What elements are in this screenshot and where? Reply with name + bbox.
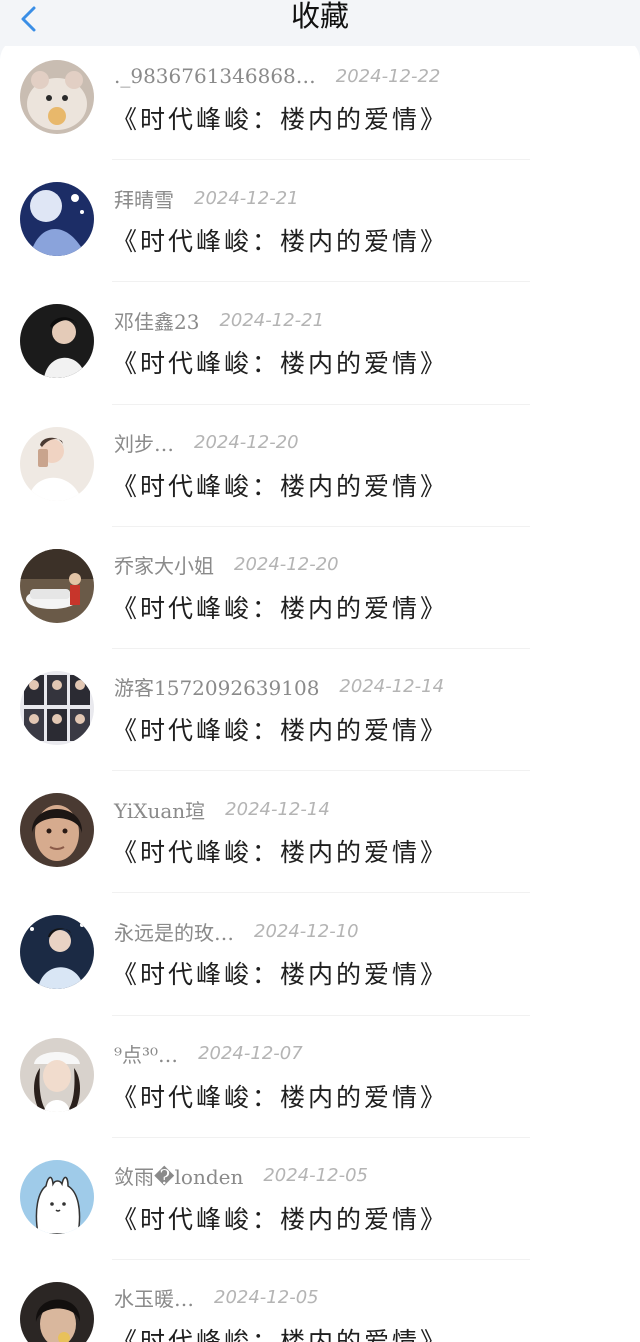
list-item[interactable]: 敛雨�londen 2024-12-05 《时代峰峻：楼内的爱情》 bbox=[0, 1138, 640, 1260]
work-title[interactable]: 《时代峰峻：楼内的爱情》 bbox=[112, 589, 448, 625]
avatar[interactable] bbox=[20, 548, 94, 623]
work-title[interactable]: 《时代峰峻：楼内的爱情》 bbox=[112, 711, 448, 747]
work-title[interactable]: 《时代峰峻：楼内的爱情》 bbox=[112, 1322, 448, 1342]
avatar[interactable] bbox=[20, 915, 94, 990]
work-title[interactable]: 《时代峰峻：楼内的爱情》 bbox=[112, 833, 448, 869]
list-item[interactable]: 乔家大小姐 2024-12-20 《时代峰峻：楼内的爱情》 bbox=[0, 527, 640, 649]
favorite-date: 2024-12-22 bbox=[335, 65, 441, 87]
favorite-date: 2024-12-10 bbox=[254, 920, 359, 942]
username[interactable]: 乔家大小姐 bbox=[114, 550, 214, 579]
favorite-date: 2024-12-21 bbox=[194, 187, 299, 209]
list-item[interactable]: YiXuan瑄 2024-12-14 《时代峰峻：楼内的爱情》 bbox=[0, 771, 640, 894]
favorite-date: 2024-12-14 bbox=[339, 676, 445, 698]
work-title[interactable]: 《时代峰峻：楼内的爱情》 bbox=[112, 467, 448, 503]
favorite-date: 2024-12-07 bbox=[198, 1043, 303, 1064]
avatar[interactable] bbox=[20, 670, 94, 745]
favorite-date: 2024-12-14 bbox=[225, 798, 330, 820]
work-title[interactable]: 《时代峰峻：楼内的爱情》 bbox=[112, 222, 448, 258]
page-title: 收藏 bbox=[290, 0, 349, 33]
username[interactable]: ._9836761346868… bbox=[114, 64, 316, 88]
favorite-date: 2024-12-20 bbox=[194, 432, 299, 454]
work-title[interactable]: 《时代峰峻：楼内的爱情》 bbox=[112, 955, 448, 991]
work-title[interactable]: 《时代峰峻：楼内的爱情》 bbox=[112, 344, 448, 380]
work-title[interactable]: 《时代峰峻：楼内的爱情》 bbox=[112, 1078, 448, 1114]
top-bar: 收藏 bbox=[0, 0, 640, 46]
avatar[interactable] bbox=[20, 304, 94, 379]
username[interactable]: YiXuan瑄 bbox=[114, 795, 205, 824]
username[interactable]: 水玉暖… bbox=[114, 1283, 194, 1312]
list-item[interactable]: 永远是的玫… 2024-12-10 《时代峰峻：楼内的爱情》 bbox=[0, 893, 640, 1016]
avatar[interactable] bbox=[20, 793, 94, 868]
list-item[interactable]: ._9836761346868… 2024-12-22 《时代峰峻：楼内的爱情》 bbox=[0, 38, 640, 161]
list-item[interactable]: 水玉暖… 2024-12-05 《时代峰峻：楼内的爱情》 bbox=[0, 1260, 640, 1342]
favorite-date: 2024-12-05 bbox=[263, 1165, 368, 1187]
list-item[interactable]: 游客1572092639108 2024-12-14 《时代峰峻：楼内的爱情》 bbox=[0, 649, 640, 772]
avatar[interactable] bbox=[20, 1037, 94, 1112]
username[interactable]: 游客1572092639108 bbox=[114, 672, 319, 701]
favorite-date: 2024-12-21 bbox=[219, 309, 325, 331]
username[interactable]: 刘步… bbox=[114, 428, 174, 457]
work-title[interactable]: 《时代峰峻：楼内的爱情》 bbox=[112, 100, 448, 136]
username[interactable]: ⁹点³⁰… bbox=[114, 1039, 178, 1068]
avatar[interactable] bbox=[20, 60, 94, 134]
favorites-list: ._9836761346868… 2024-12-22 《时代峰峻：楼内的爱情》… bbox=[0, 38, 640, 1342]
list-item[interactable]: 刘步… 2024-12-20 《时代峰峻：楼内的爱情》 bbox=[0, 405, 640, 527]
favorite-date: 2024-12-05 bbox=[214, 1287, 319, 1309]
avatar[interactable] bbox=[20, 1281, 94, 1342]
avatar[interactable] bbox=[20, 1159, 94, 1234]
work-title[interactable]: 《时代峰峻：楼内的爱情》 bbox=[112, 1200, 448, 1236]
username[interactable]: 邓佳鑫23 bbox=[114, 306, 199, 335]
username[interactable]: 拜晴雪 bbox=[114, 184, 174, 213]
username[interactable]: 永远是的玫… bbox=[114, 917, 234, 946]
list-item[interactable]: ⁹点³⁰… 2024-12-07 《时代峰峻：楼内的爱情》 bbox=[0, 1016, 640, 1138]
favorite-date: 2024-12-20 bbox=[234, 554, 339, 576]
avatar[interactable] bbox=[20, 426, 94, 501]
avatar[interactable] bbox=[20, 182, 94, 257]
username[interactable]: 敛雨�londen bbox=[114, 1161, 243, 1190]
list-item[interactable]: 邓佳鑫23 2024-12-21 《时代峰峻：楼内的爱情》 bbox=[0, 282, 640, 405]
list-item[interactable]: 拜晴雪 2024-12-21 《时代峰峻：楼内的爱情》 bbox=[0, 160, 640, 283]
